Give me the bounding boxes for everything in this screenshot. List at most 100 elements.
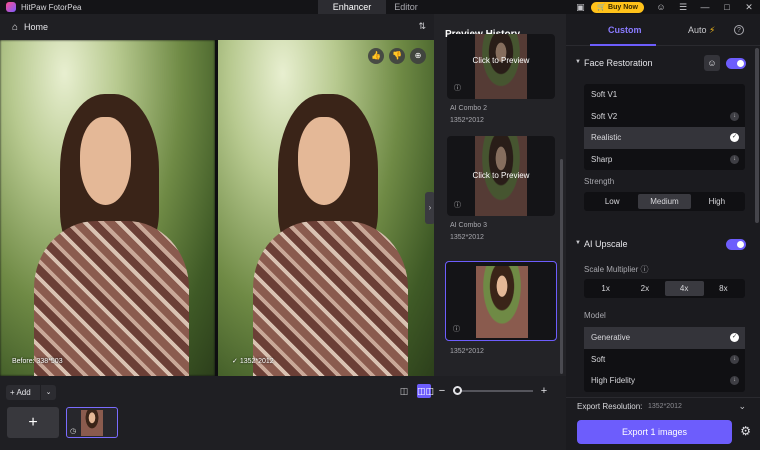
strength-medium[interactable]: Medium — [638, 194, 691, 209]
model-generative[interactable]: Generative ✓ — [584, 327, 745, 349]
ai-upscale-title: AI Upscale — [584, 239, 628, 249]
scale-1x[interactable]: 1x — [586, 281, 625, 296]
check-icon: ✓ — [730, 333, 739, 342]
close-icon[interactable]: ✕ — [738, 0, 760, 14]
history-scrollbar[interactable] — [560, 159, 563, 374]
zoom-in-icon[interactable]: ⊕ — [410, 48, 426, 64]
portrait-face — [79, 117, 132, 205]
face-option-label: Soft V2 — [591, 111, 618, 121]
canvas-header: ⌂ Home ⇅ — [0, 14, 434, 40]
history-card-1[interactable]: Click to Preview ⓘ — [447, 34, 555, 99]
history-size-2: 1352*2012 — [450, 234, 484, 241]
minimize-icon[interactable]: — — [694, 0, 716, 14]
add-button[interactable]: + Add ⌄ — [6, 385, 56, 400]
home-link[interactable]: Home — [24, 22, 48, 32]
add-image-tile[interactable]: + — [7, 407, 59, 438]
history-card-2[interactable]: Click to Preview ⓘ — [447, 136, 555, 216]
tab-custom[interactable]: Custom — [608, 25, 642, 35]
face-restoration-title: Face Restoration — [584, 58, 653, 68]
gear-icon[interactable]: ⚙ — [740, 424, 751, 438]
info-icon[interactable]: ⓘ — [454, 83, 461, 93]
split-view-icon[interactable]: ◫◫ — [417, 384, 434, 398]
model-high-fidelity[interactable]: High Fidelity ↓ — [584, 370, 745, 392]
thumbs-down-icon[interactable]: 👎 — [389, 48, 405, 64]
info-icon[interactable]: ⓘ — [454, 200, 461, 210]
menu-icon[interactable]: ☰ — [672, 0, 694, 14]
strength-high[interactable]: High — [691, 194, 743, 209]
face-option-label: Sharp — [591, 154, 613, 164]
info-icon[interactable]: ⓘ — [640, 265, 648, 274]
clock-icon: ◷ — [70, 428, 77, 435]
zoom-slider[interactable] — [453, 386, 533, 395]
tab-auto[interactable]: Auto ⚡ — [688, 25, 715, 36]
zoom-in-button[interactable]: + — [539, 385, 549, 397]
collapse-arrow-icon[interactable]: ▼ — [575, 240, 581, 246]
chevron-down-icon[interactable]: ⌄ — [738, 401, 746, 412]
zoom-out-button[interactable]: − — [437, 385, 447, 397]
chat-icon[interactable]: ▣ — [569, 0, 591, 14]
before-image: Before: 338*503 — [0, 40, 215, 376]
strength-label: Strength — [584, 177, 615, 186]
face-restoration-toggle[interactable] — [726, 58, 746, 69]
thumbs-up-icon[interactable]: 👍 — [368, 48, 384, 64]
account-icon[interactable]: ☺ — [650, 0, 672, 14]
swap-compare-icon[interactable]: ⇅ — [418, 21, 426, 32]
panel-scrollbar[interactable] — [755, 48, 759, 223]
lightning-icon: ⚡ — [709, 25, 716, 35]
model-soft[interactable]: Soft ↓ — [584, 349, 745, 371]
model-label-text: High Fidelity — [591, 376, 636, 385]
chevron-down-icon[interactable]: ⌄ — [40, 385, 56, 400]
collapse-arrow-icon[interactable]: ▼ — [575, 59, 581, 65]
history-name-1: AI Combo 2 — [450, 105, 487, 112]
export-resolution-value: 1352*2012 — [648, 403, 682, 410]
history-card-3[interactable]: ⓘ — [445, 261, 557, 341]
after-size: 1352*2012 — [239, 358, 274, 365]
title-bar: HitPaw FotorPea Enhancer Editor ▣ 🛒 Buy … — [0, 0, 760, 14]
buy-now-button[interactable]: 🛒 Buy Now — [591, 1, 644, 13]
zoom-slider-knob[interactable] — [453, 386, 462, 395]
scale-multiplier-label: Scale Multiplier ⓘ — [584, 264, 648, 275]
scale-8x[interactable]: 8x — [704, 281, 743, 296]
face-option-soft-v2[interactable]: Soft V2 ↓ — [584, 106, 745, 128]
portrait-scarf — [34, 221, 190, 376]
export-button[interactable]: Export 1 images — [577, 420, 732, 444]
upscale-model-list: Generative ✓ Soft ↓ High Fidelity ↓ — [584, 327, 745, 392]
settings-panel: Custom Auto ⚡ ? ▼ Face Restoration ☺ Sof… — [566, 14, 760, 450]
face-option-sharp[interactable]: Sharp ↓ — [584, 149, 745, 171]
download-icon: ↓ — [730, 376, 739, 385]
scale-2x[interactable]: 2x — [625, 281, 664, 296]
app-name: HitPaw FotorPea — [21, 2, 82, 12]
model-label-text: Soft — [591, 354, 606, 364]
home-icon[interactable]: ⌂ — [12, 22, 18, 33]
after-caption: ✓ 1352*2012 — [232, 358, 274, 365]
scale-selector: 1x 2x 4x 8x — [584, 279, 745, 298]
portrait-scarf — [252, 221, 409, 376]
tab-editor[interactable]: Editor — [372, 0, 440, 14]
check-icon: ✓ — [730, 133, 739, 142]
download-icon: ↓ — [730, 111, 739, 121]
face-option-label: Realistic — [591, 133, 622, 142]
info-icon[interactable]: ⓘ — [453, 324, 460, 334]
strength-low[interactable]: Low — [586, 194, 638, 209]
export-resolution-row[interactable]: Export Resolution: 1352*2012 ⌄ — [566, 397, 760, 415]
help-icon[interactable]: ? — [734, 25, 744, 35]
history-name-2: AI Combo 3 — [450, 222, 487, 229]
active-tab-indicator — [590, 44, 656, 46]
face-icon[interactable]: ☺ — [704, 55, 720, 71]
portrait-face — [297, 117, 350, 205]
scale-4x[interactable]: 4x — [664, 281, 704, 296]
history-size-3: 1352*2012 — [450, 348, 484, 355]
image-thumbnail[interactable]: ◷ — [66, 407, 118, 438]
maximize-icon[interactable]: □ — [716, 0, 738, 14]
single-view-icon[interactable]: ◫ — [397, 384, 411, 398]
preview-history-panel: Preview History Click to Preview ⓘ AI Co… — [434, 14, 566, 376]
app-logo — [6, 2, 16, 12]
click-to-preview: Click to Preview — [472, 56, 530, 65]
face-option-realistic[interactable]: Realistic ✓ — [584, 127, 745, 149]
scale-multiplier-text: Scale Multiplier — [584, 265, 639, 274]
panel-tabs: Custom Auto ⚡ ? — [566, 14, 760, 46]
face-model-list: Soft V1 Soft V2 ↓ Realistic ✓ Sharp ↓ — [584, 84, 745, 170]
face-option-soft-v1[interactable]: Soft V1 — [584, 84, 745, 106]
ai-upscale-toggle[interactable] — [726, 239, 746, 250]
bottom-bar: + Add ⌄ + ◷ ◫ ◫◫ − + — [0, 376, 566, 450]
